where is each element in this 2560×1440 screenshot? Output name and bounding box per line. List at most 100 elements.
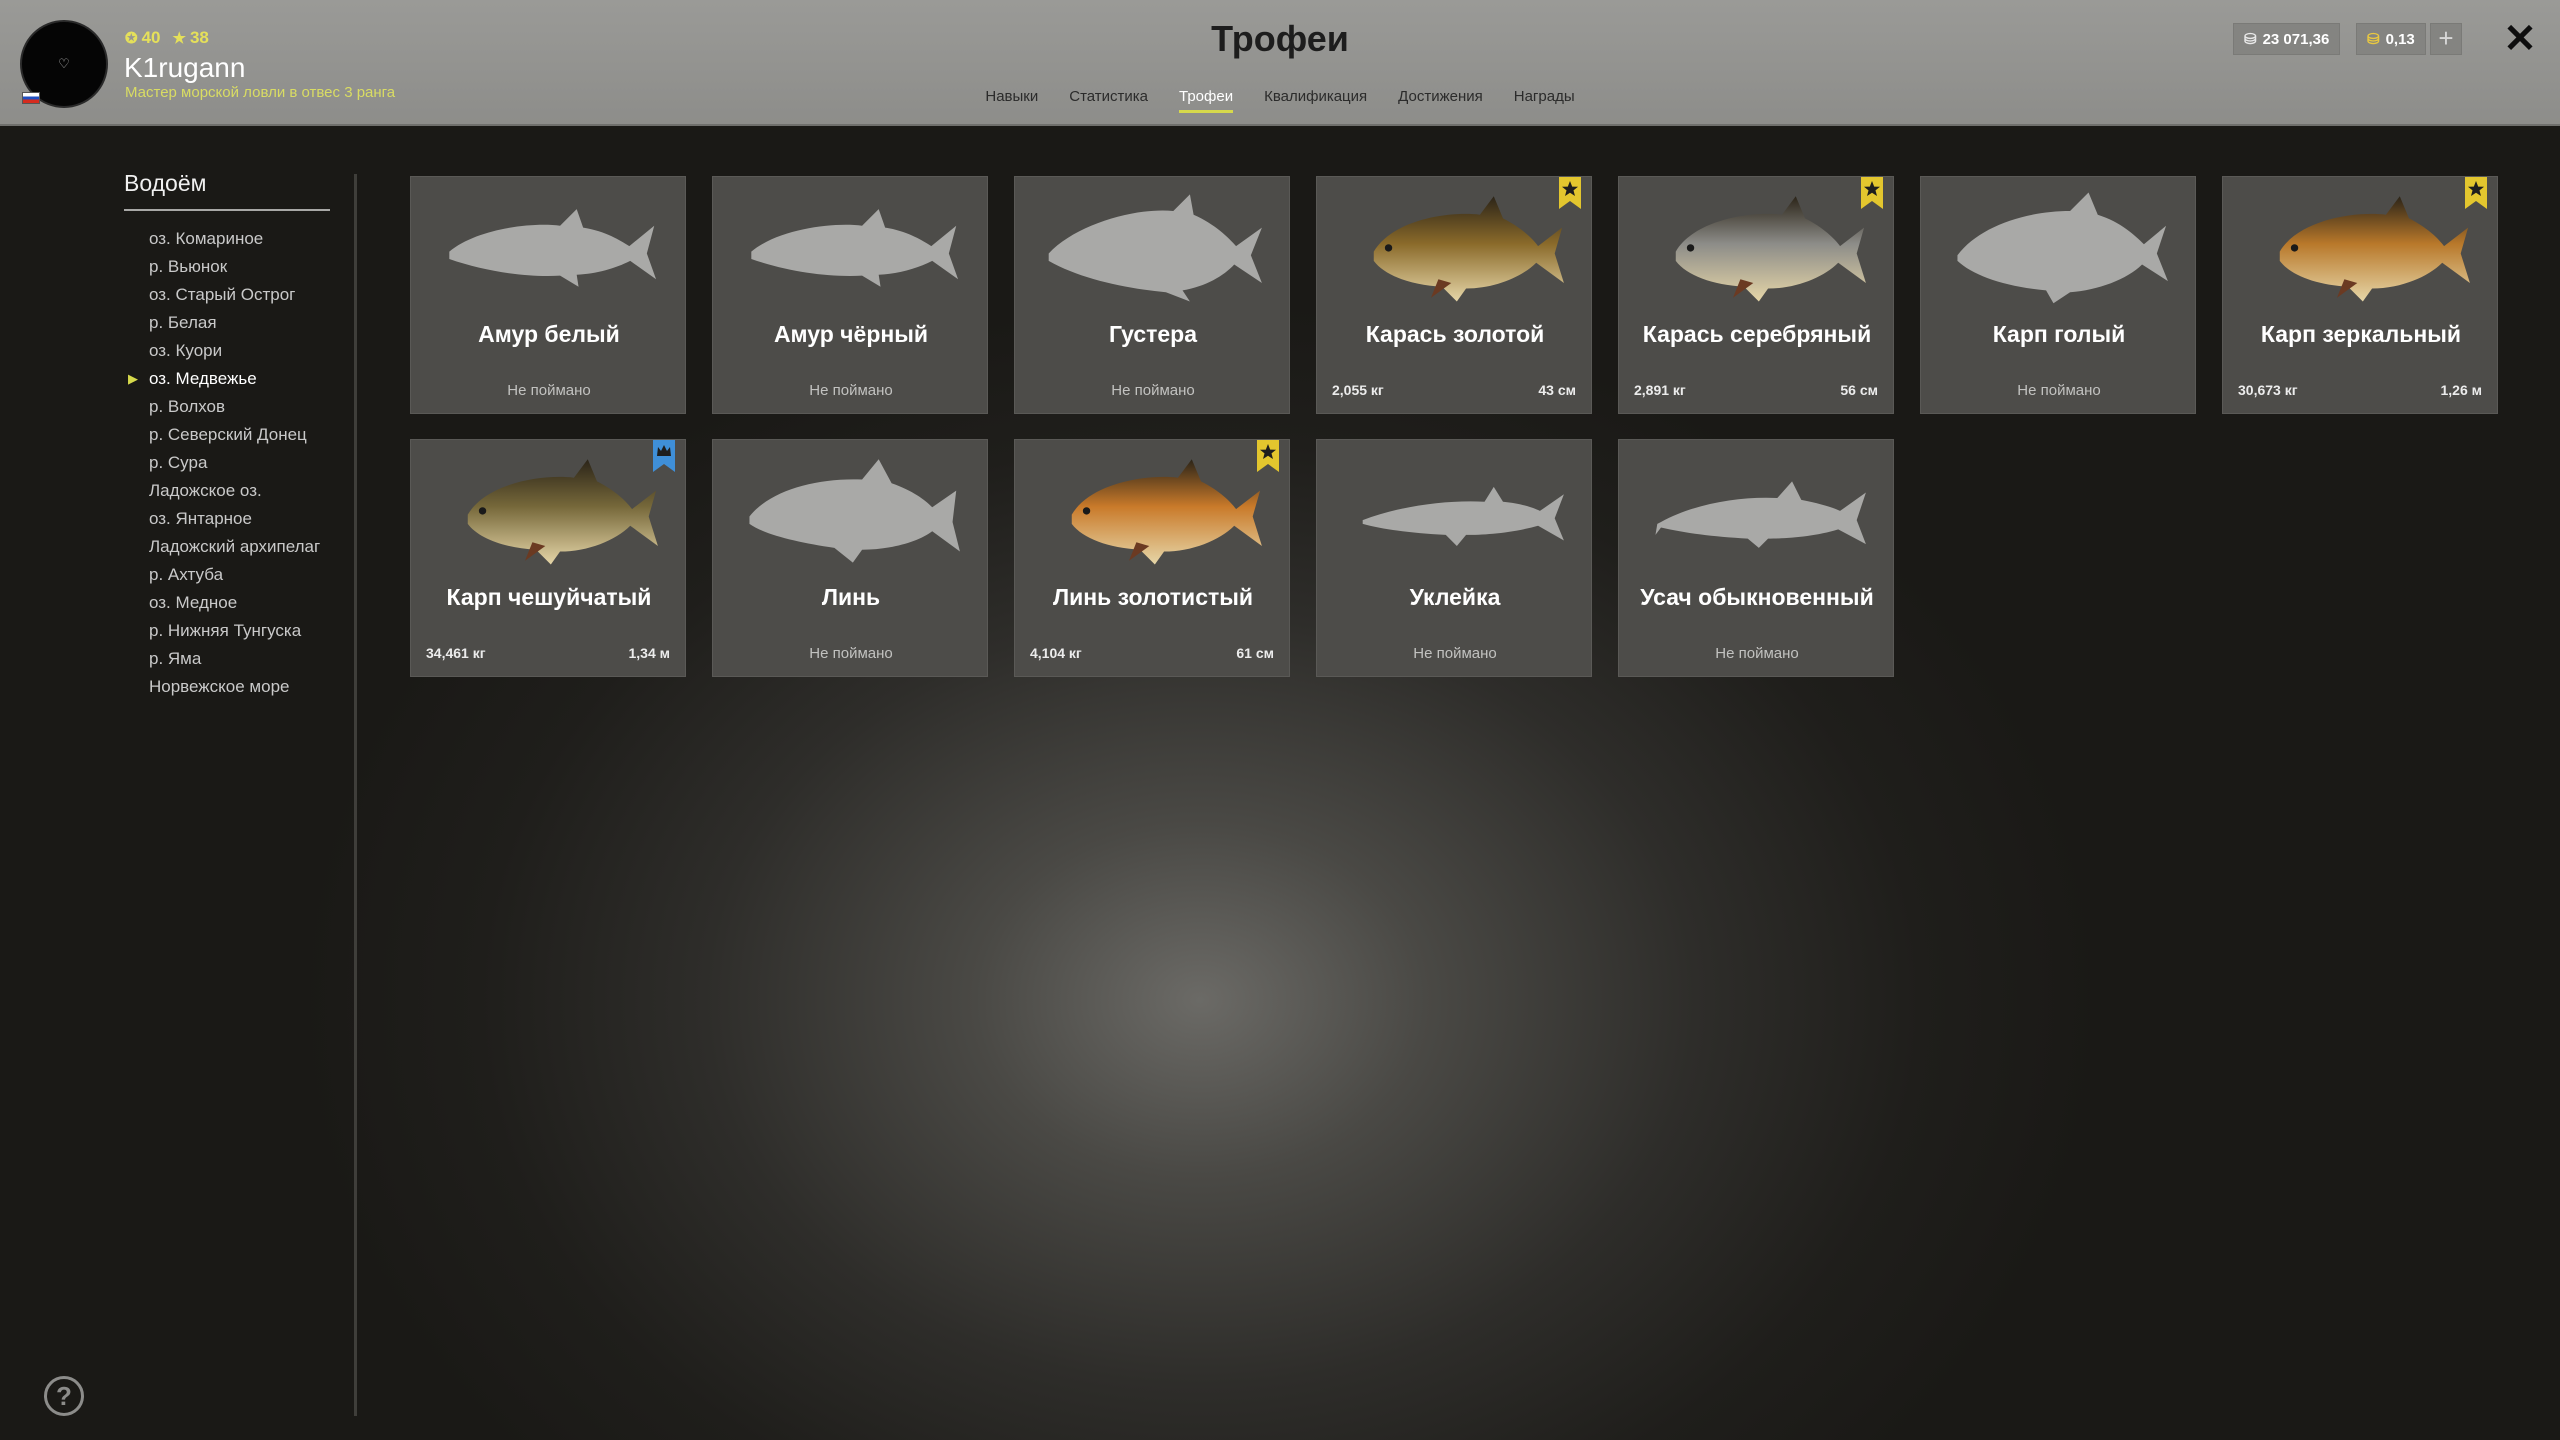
sidebar-item[interactable]: р. Сура [124,449,354,477]
sidebar-item-label: оз. Янтарное [149,509,252,528]
sidebar-item[interactable]: р. Нижняя Тунгуска [124,617,354,645]
player-name: K1rugann [124,52,246,83]
sidebar-item-label: Норвежское море [149,677,290,696]
tab-achievements[interactable]: Достижения [1398,88,1483,113]
sidebar-item-label: Ладожское оз. [149,481,262,500]
fish-image [2279,196,2470,302]
sidebar-item[interactable]: р. Вьюнок [124,253,354,281]
tab-trophies[interactable]: Трофеи [1179,88,1234,113]
silver-value: 23 071,36 [2262,30,2330,48]
trophy-name: Карп чешуйчатый [446,584,652,610]
trophy-name: Уклейка [1409,584,1501,610]
sidebar-item[interactable]: оз. Янтарное [124,505,354,533]
sidebar-item[interactable]: оз. Комариное [124,225,354,253]
sidebar-item[interactable]: Норвежское море [124,673,354,701]
fish-image [1675,196,1866,302]
trophy-status: Не поймано [809,645,893,662]
selected-arrow-icon: ▶ [128,371,138,386]
sidebar-item-label: оз. Куори [149,341,223,360]
sidebar-scrollbar[interactable] [354,174,357,1416]
trophy-name: Амур белый [478,321,620,347]
trophy-status: Не поймано [2017,382,2101,399]
gold-value: 0,13 [2385,30,2415,48]
trophy-card[interactable]: Линь Не поймано [712,439,988,677]
sidebar-item[interactable]: оз. Медное [124,589,354,617]
fish-silhouette-icon [1048,194,1262,302]
trophy-card[interactable]: Карп голый Не поймано [1920,176,2196,414]
sidebar-item[interactable]: оз. Куори [124,337,354,365]
gold-coins-icon: ⛁ [2367,31,2380,48]
close-button[interactable]: ✕ [2500,17,2540,61]
star-ribbon-icon [1559,177,1581,209]
crown-ribbon-icon [653,440,675,472]
trophy-card[interactable]: Густера Не поймано [1014,176,1290,414]
trophy-card[interactable]: Карась золотой 2,055 кг 43 см [1316,176,1592,414]
fish-silhouette-icon [751,209,959,287]
sidebar-item-label: р. Северский Донец [149,425,307,444]
star-ribbon-icon [1861,177,1883,209]
trophy-status: Не поймано [809,382,893,399]
fish-silhouette-icon [1655,481,1866,548]
trophy-name: Карась золотой [1365,321,1545,347]
star-ribbon-icon [2465,177,2487,209]
trophy-name: Линь [821,584,881,610]
trophy-card[interactable]: Карп зеркальный 30,673 кг 1,26 м [2222,176,2498,414]
tab-qualification[interactable]: Квалификация [1264,88,1367,113]
fish-silhouette-icon [1362,486,1564,546]
trophy-weight: 34,461 кг [426,645,486,661]
sidebar-item-label: р. Нижняя Тунгуска [149,621,302,640]
trophy-status: Не поймано [507,382,591,399]
level-stat: ✪ 40 [125,28,161,48]
stars-stat: ★ 38 [173,28,209,48]
trophy-name: Линь золотистый [1052,584,1254,610]
trophy-name: Карп голый [1992,321,2126,347]
trophy-weight: 4,104 кг [1030,645,1082,661]
stars-value: 38 [189,28,209,47]
trophy-name: Усач обыкновенный [1640,584,1874,610]
trophy-card[interactable]: Усач обыкновенный Не поймано [1618,439,1894,677]
tab-rewards[interactable]: Награды [1514,88,1575,113]
level-value: 40 [141,28,161,47]
sidebar-item[interactable]: Ладожский архипелаг [124,533,354,561]
trophy-card[interactable]: Амур белый Не поймано [410,176,686,414]
sidebar-item[interactable]: р. Северский Донец [124,421,354,449]
trophy-status: Не поймано [1715,645,1799,662]
trophy-name: Карась серебряный [1642,321,1872,347]
sidebar-item-label: оз. Старый Острог [149,285,296,304]
trophy-card[interactable]: Амур чёрный Не поймано [712,176,988,414]
sidebar-item-label: р. Волхов [149,397,226,416]
trophy-length: 56 см [1840,382,1878,398]
trophy-name: Карп зеркальный [2260,321,2462,347]
silver-balance: ⛁ 23 071,36 [2233,23,2341,55]
trophy-status: Не поймано [1111,382,1195,399]
sidebar-item[interactable]: ▶ оз. Медвежье [124,365,354,393]
sidebar-item[interactable]: р. Яма [124,645,354,673]
sidebar-title: Водоём [124,170,330,211]
add-currency-button[interactable]: + [2430,23,2462,55]
sidebar-item[interactable]: Ладожское оз. [124,477,354,505]
tab-statistics[interactable]: Статистика [1069,88,1148,113]
trophy-name: Густера [1108,321,1198,347]
trophy-card[interactable]: Линь золотистый 4,104 кг 61 см [1014,439,1290,677]
help-button[interactable]: ? [44,1376,84,1416]
sidebar-item[interactable]: р. Белая [124,309,354,337]
sidebar-item[interactable]: оз. Старый Острог [124,281,354,309]
sidebar-item[interactable]: р. Волхов [124,393,354,421]
silver-coins-icon: ⛁ [2244,31,2257,48]
page-title: Трофеи [1211,18,1349,59]
waterbody-list: оз. Комариное р. Вьюнок оз. Старый Острог р… [124,225,354,701]
sidebar-item-label: р. Яма [149,649,202,668]
trophy-card[interactable]: Карась серебряный 2,891 кг 56 см [1618,176,1894,414]
tab-skills[interactable]: Навыки [985,88,1038,113]
trophy-status: Не поймано [1413,645,1497,662]
trophy-length: 43 см [1538,382,1576,398]
sidebar-item-label: оз. Медвежье [149,369,257,388]
fish-image [1373,196,1564,302]
trophy-weight: 30,673 кг [2238,382,2298,398]
trophy-weight: 2,055 кг [1332,382,1384,398]
trophy-card[interactable]: Карп чешуйчатый 34,461 кг 1,34 м [410,439,686,677]
waterbody-sidebar: Водоём оз. Комариное р. Вьюнок оз. Старый … [124,170,354,701]
trophy-card[interactable]: Уклейка Не поймано [1316,439,1592,677]
sidebar-item[interactable]: р. Ахтуба [124,561,354,589]
trophy-length: 1,26 м [2440,382,2483,398]
